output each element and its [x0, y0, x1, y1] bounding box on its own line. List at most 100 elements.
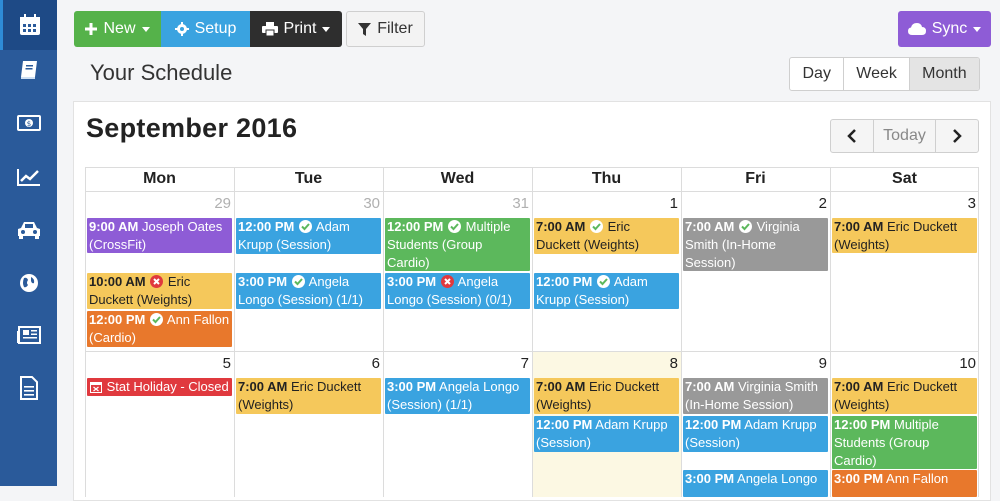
calendar-grid: Mon Tue Wed Thu Fri Sat 29 30 31 1 2 3 5… [85, 167, 979, 497]
calendar-event[interactable]: 3:00 PM Angela Longo (Session) (1/1) [236, 273, 381, 309]
event-title: Stat Holiday - Closed [106, 379, 229, 394]
event-title: Angela Longo [737, 471, 818, 486]
calendar-event[interactable]: Stat Holiday - Closed [87, 378, 232, 396]
calendar-event[interactable]: 7:00 AM Eric Duckett (Weights) [832, 218, 977, 253]
weekday-header: Thu [591, 170, 622, 187]
page-title: Your Schedule [90, 60, 233, 85]
sidebar-item-reports[interactable] [0, 152, 57, 202]
gear-icon [174, 22, 189, 36]
svg-text:$: $ [26, 120, 30, 128]
day-number[interactable]: 8 [532, 355, 678, 372]
sidebar-item-calendar[interactable] [0, 0, 57, 50]
calendar-event[interactable]: 7:00 AM Virginia Smith (In-Home Session) [683, 378, 828, 414]
next-button[interactable] [936, 120, 978, 152]
today-button[interactable]: Today [873, 120, 936, 152]
event-time: 3:00 PM [685, 471, 735, 486]
calendar-event[interactable]: 3:00 PM Ann Fallon [832, 470, 977, 497]
event-time: 7:00 AM [834, 379, 884, 394]
document-icon [19, 376, 38, 400]
filter-button-label: Filter [377, 20, 413, 37]
filter-button[interactable]: Filter [346, 11, 425, 47]
sync-button[interactable]: Sync [898, 11, 991, 47]
cancelled-icon [150, 275, 164, 288]
calendar-event[interactable]: 3:00 PM Angela Longo (Session) (1/1) [385, 378, 530, 414]
check-icon [597, 275, 610, 288]
calendar-event[interactable]: 7:00 AM Eric Duckett (Weights) [534, 218, 679, 254]
weekday-header: Sat [892, 170, 917, 187]
sidebar-item-news[interactable] [0, 310, 57, 360]
line-chart-icon [16, 169, 40, 186]
weekday-header: Fri [745, 170, 766, 187]
cancelled-icon [440, 275, 454, 288]
car-icon [17, 222, 40, 239]
calendar-event[interactable]: 7:00 AM Eric Duckett (Weights) [236, 378, 381, 414]
event-time: 12:00 PM [89, 312, 146, 327]
day-number[interactable]: 6 [234, 355, 380, 372]
view-switch: Day Week Month [789, 57, 980, 91]
event-time: 12:00 PM [536, 417, 593, 432]
day-number[interactable]: 9 [681, 355, 827, 372]
plus-icon [85, 23, 98, 35]
event-time: 12:00 PM [685, 417, 742, 432]
view-day-button[interactable]: Day [790, 58, 845, 90]
calendar-event[interactable]: 12:00 PM Adam Krupp (Session) [236, 218, 381, 254]
sidebar-item-documents[interactable] [0, 363, 57, 413]
weekday-header: Tue [294, 170, 323, 187]
check-icon [448, 220, 461, 233]
event-time: 9:00 AM [89, 219, 139, 234]
day-number[interactable]: 30 [234, 195, 380, 212]
calendar-event[interactable]: 3:00 PM Angela Longo (Session) (0/1) [385, 273, 530, 309]
chevron-right-icon [953, 129, 962, 143]
check-icon [739, 220, 752, 233]
event-time: 7:00 AM [685, 219, 735, 234]
calendar-event[interactable]: 12:00 PM Adam Krupp (Session) [683, 416, 828, 452]
view-month-button[interactable]: Month [909, 58, 979, 90]
sidebar-item-globe[interactable] [0, 258, 57, 308]
sidebar-item-money[interactable]: $ [0, 98, 57, 148]
day-number[interactable]: 29 [85, 195, 231, 212]
sidebar-item-vehicles[interactable] [0, 205, 57, 255]
event-time: 7:00 AM [834, 219, 884, 234]
calendar-event[interactable]: 3:00 PM Angela Longo [683, 470, 828, 497]
calendar-event[interactable]: 7:00 AM Virginia Smith (In-Home Session) [683, 218, 828, 271]
event-time: 12:00 PM [834, 417, 891, 432]
day-number[interactable]: 7 [383, 355, 529, 372]
day-number[interactable]: 31 [383, 195, 529, 212]
month-title: September 2016 [86, 113, 298, 143]
chevron-down-icon [973, 26, 982, 32]
view-week-button[interactable]: Week [844, 58, 910, 90]
calendar-event[interactable]: 12:00 PM Adam Krupp (Session) [534, 273, 679, 309]
weekday-header: Wed [440, 170, 475, 187]
calendar-event[interactable]: 9:00 AM Joseph Oates (CrossFit) [87, 218, 232, 253]
calendar-event[interactable]: 12:00 PM Multiple Students (Group Cardio… [385, 218, 530, 271]
chevron-left-icon [847, 129, 856, 143]
calendar-event[interactable]: 10:00 AM Eric Duckett (Weights) [87, 273, 232, 309]
event-time: 3:00 PM [834, 471, 884, 486]
check-icon [590, 220, 603, 233]
event-time: 3:00 PM [238, 274, 288, 289]
setup-button[interactable]: Setup [161, 11, 250, 47]
print-button-label: Print [283, 20, 317, 37]
weekday-header: Mon [143, 170, 176, 187]
event-time: 12:00 PM [238, 219, 295, 234]
day-number[interactable]: 1 [532, 195, 678, 212]
calendar-event[interactable]: 7:00 AM Eric Duckett (Weights) [534, 378, 679, 414]
calendar-event[interactable]: 7:00 AM Eric Duckett (Weights) [832, 378, 977, 414]
event-time: 7:00 AM [536, 379, 586, 394]
print-button[interactable]: Print [250, 11, 342, 47]
new-button[interactable]: New [74, 11, 161, 47]
calendar-event[interactable]: 12:00 PM Multiple Students (Group Cardio… [832, 416, 977, 469]
day-number[interactable]: 5 [85, 355, 231, 372]
event-time: 12:00 PM [536, 274, 593, 289]
calendar-nav: Today [830, 119, 979, 153]
day-number[interactable]: 2 [681, 195, 827, 212]
calendar-event[interactable]: 12:00 PM Adam Krupp (Session) [534, 416, 679, 452]
sidebar-item-book[interactable] [0, 45, 57, 95]
newspaper-icon [16, 326, 41, 344]
previous-button[interactable] [831, 120, 873, 152]
chevron-down-icon [322, 26, 331, 32]
calendar-event[interactable]: 12:00 PM Ann Fallon (Cardio) [87, 311, 232, 347]
day-number[interactable]: 10 [830, 355, 976, 372]
day-number[interactable]: 3 [830, 195, 976, 212]
setup-button-label: Setup [194, 20, 237, 37]
